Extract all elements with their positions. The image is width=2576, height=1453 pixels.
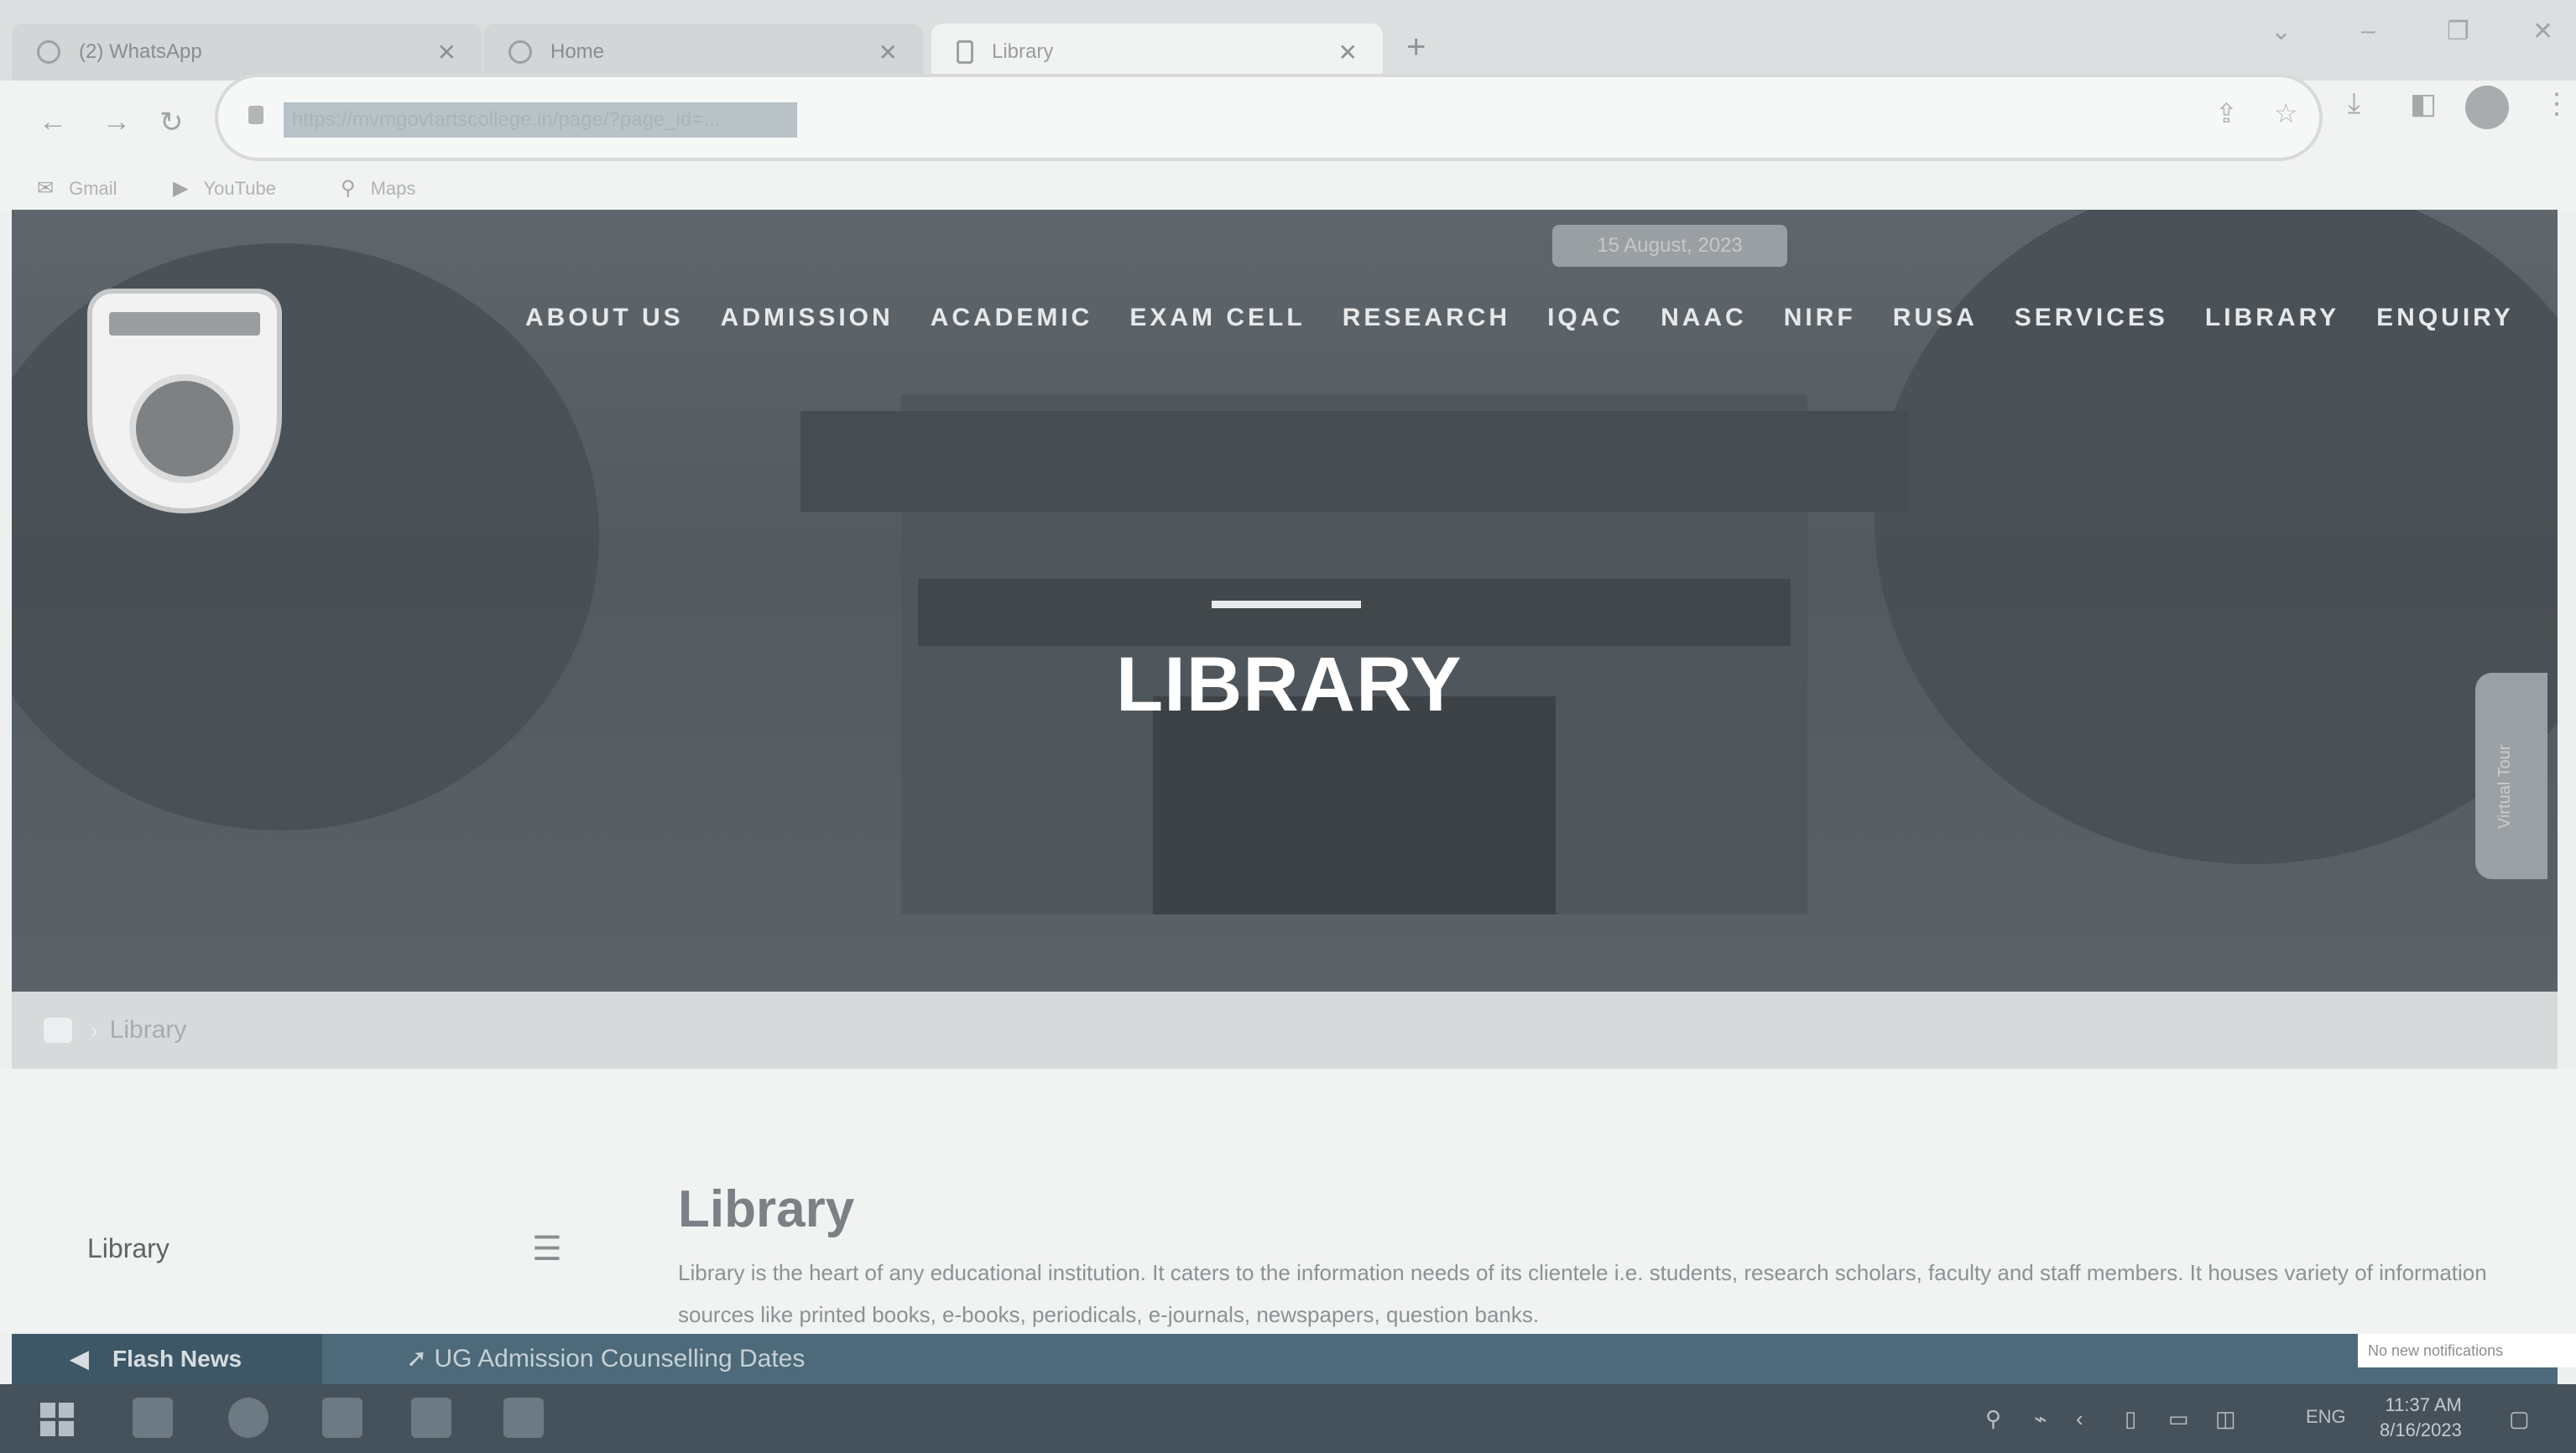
article-title: Library [678,1180,855,1238]
main-content: Library ☰ Library Library is the heart o… [0,1069,2576,1334]
browser-tab-bar: (2) WhatsApp ✕ Home ✕ Library ✕ + ⌄ – ❐ … [0,0,2576,81]
nav-about-us[interactable]: ABOUT US [525,304,684,332]
back-icon[interactable]: ← [39,106,67,138]
page-title: LIBRARY [1116,642,1463,727]
side-panel-icon[interactable]: ◧ [2410,87,2437,121]
logo-text [109,312,260,336]
nav-exam-cell[interactable]: EXAM CELL [1129,304,1305,332]
tab-library[interactable]: Library ✕ [931,23,1383,81]
flash-news-label: ◀ Flash News [12,1334,322,1384]
download-icon[interactable]: ⤓ [2348,87,2360,120]
chevron-up-icon[interactable]: ‹ [2076,1406,2083,1432]
flash-news-item[interactable]: ➚ UG Admission Counselling Dates [406,1334,805,1384]
chrome-icon[interactable] [228,1398,269,1438]
forward-icon[interactable]: → [102,106,131,138]
edge-icon[interactable] [322,1398,362,1438]
nav-services[interactable]: SERVICES [2015,304,2168,332]
network-icon[interactable]: ⌁ [2034,1406,2047,1432]
minimize-icon[interactable]: – [2361,17,2375,45]
tab-title: (2) WhatsApp [79,40,202,63]
menu-icon[interactable]: ⋮ [2542,87,2571,121]
screen: (2) WhatsApp ✕ Home ✕ Library ✕ + ⌄ – ❐ … [0,0,2576,1453]
notification-center-icon[interactable]: ▢ [2509,1406,2530,1432]
nav-rusa[interactable]: RUSA [1893,304,1978,332]
megaphone-icon: ◀ [70,1346,89,1372]
close-icon[interactable]: ✕ [437,39,456,66]
nav-research[interactable]: RESEARCH [1343,304,1510,332]
globe-icon [508,40,532,64]
college-logo[interactable] [87,289,282,513]
title-divider [1212,601,1361,608]
bookmark-label: Maps [370,177,416,199]
url-text[interactable]: https://mvmgovtartscollege.in/page/?page… [284,102,797,138]
system-clock[interactable]: 11:37 AM 8/16/2023 [2380,1393,2462,1443]
tab-search-icon[interactable]: ⌄ [2271,17,2292,46]
restore-icon[interactable]: ❐ [2447,17,2469,46]
word-icon[interactable] [411,1398,451,1438]
clock-time: 11:37 AM [2385,1394,2462,1415]
clock-date: 8/16/2023 [2380,1419,2462,1440]
nav-admission[interactable]: ADMISSION [721,304,894,332]
location-icon[interactable]: ⚲ [1985,1406,2001,1432]
sidebar-title: Library [87,1233,169,1263]
nav-library[interactable]: LIBRARY [2205,304,2339,332]
tab-home[interactable]: Home ✕ [483,23,923,81]
profile-avatar[interactable] [2465,86,2509,129]
flash-news-title: Flash News [112,1346,242,1372]
reload-icon[interactable]: ↻ [159,106,184,139]
flash-news-text: UG Admission Counselling Dates [434,1345,806,1372]
date-badge: 15 August, 2023 [1552,225,1787,267]
virtual-tour-label: Virtual Tour [2495,744,2514,829]
nav-enquiry[interactable]: ENQUIRY [2376,304,2514,332]
tab-whatsapp[interactable]: (2) WhatsApp ✕ [12,23,482,81]
address-bar[interactable]: https://mvmgovtartscollege.in/page/?page… [215,74,2323,161]
tab-title: Home [550,40,605,63]
close-icon[interactable]: ✕ [1338,39,1358,66]
star-icon[interactable]: ☆ [2274,97,2298,129]
powerpoint-icon[interactable] [503,1398,544,1438]
chevron-right-icon: › [91,1017,98,1043]
close-icon[interactable]: ✕ [879,39,898,66]
breadcrumb-current: Library [109,1016,187,1044]
display-icon[interactable]: ▭ [2168,1406,2189,1432]
home-icon[interactable] [44,1018,72,1043]
bookmarks-bar: ✉ Gmail ▶ YouTube ⚲ Maps [0,173,2576,211]
volume-icon[interactable]: ◫ [2215,1406,2236,1432]
windows-start-icon[interactable] [40,1403,74,1436]
nav-iqac[interactable]: IQAC [1547,304,1624,332]
logo-emblem [129,374,240,483]
os-taskbar: ⚲ ⌁ ‹ ▯ ▭ ◫ ENG 11:37 AM 8/16/2023 ▢ [0,1384,2576,1453]
language-indicator[interactable]: ENG [2306,1406,2346,1428]
nav-academic[interactable]: ACADEMIC [931,304,1093,332]
lock-icon[interactable] [248,106,263,124]
bookmark-label: YouTube [203,177,276,199]
bookmark-maps[interactable]: ⚲ Maps [341,176,415,201]
nav-nirf[interactable]: NIRF [1784,304,1856,332]
bookmark-gmail[interactable]: ✉ Gmail [37,176,117,201]
document-icon [957,40,973,64]
arrow-icon: ➚ [406,1345,435,1372]
virtual-tour-tab[interactable]: Virtual Tour [2475,673,2547,879]
youtube-icon: ▶ [173,177,189,200]
breadcrumb: › Library [12,992,2558,1069]
close-window-icon[interactable]: ✕ [2532,17,2553,46]
battery-icon[interactable]: ▯ [2125,1406,2136,1432]
maps-icon: ⚲ [341,177,356,200]
whatsapp-icon [37,40,60,64]
nav-naac[interactable]: NAAC [1661,304,1747,332]
flash-news-bar: ◀ Flash News ➚ UG Admission Counselling … [12,1334,2558,1384]
gmail-icon: ✉ [37,177,55,200]
bookmark-youtube[interactable]: ▶ YouTube [173,176,276,201]
bookmark-label: Gmail [69,177,117,199]
share-icon[interactable]: ⇪ [2215,97,2238,129]
file-explorer-icon[interactable] [133,1398,173,1438]
main-nav: ABOUT US ADMISSION ACADEMIC EXAM CELL RE… [525,304,2551,332]
tab-title: Library [992,40,1054,63]
notification-toast: No new notifications [2358,1334,2576,1367]
new-tab-button[interactable]: + [1406,29,1426,66]
filter-toggle-icon[interactable]: ☰ [532,1230,562,1268]
article-body: Library is the heart of any educational … [678,1260,2487,1327]
